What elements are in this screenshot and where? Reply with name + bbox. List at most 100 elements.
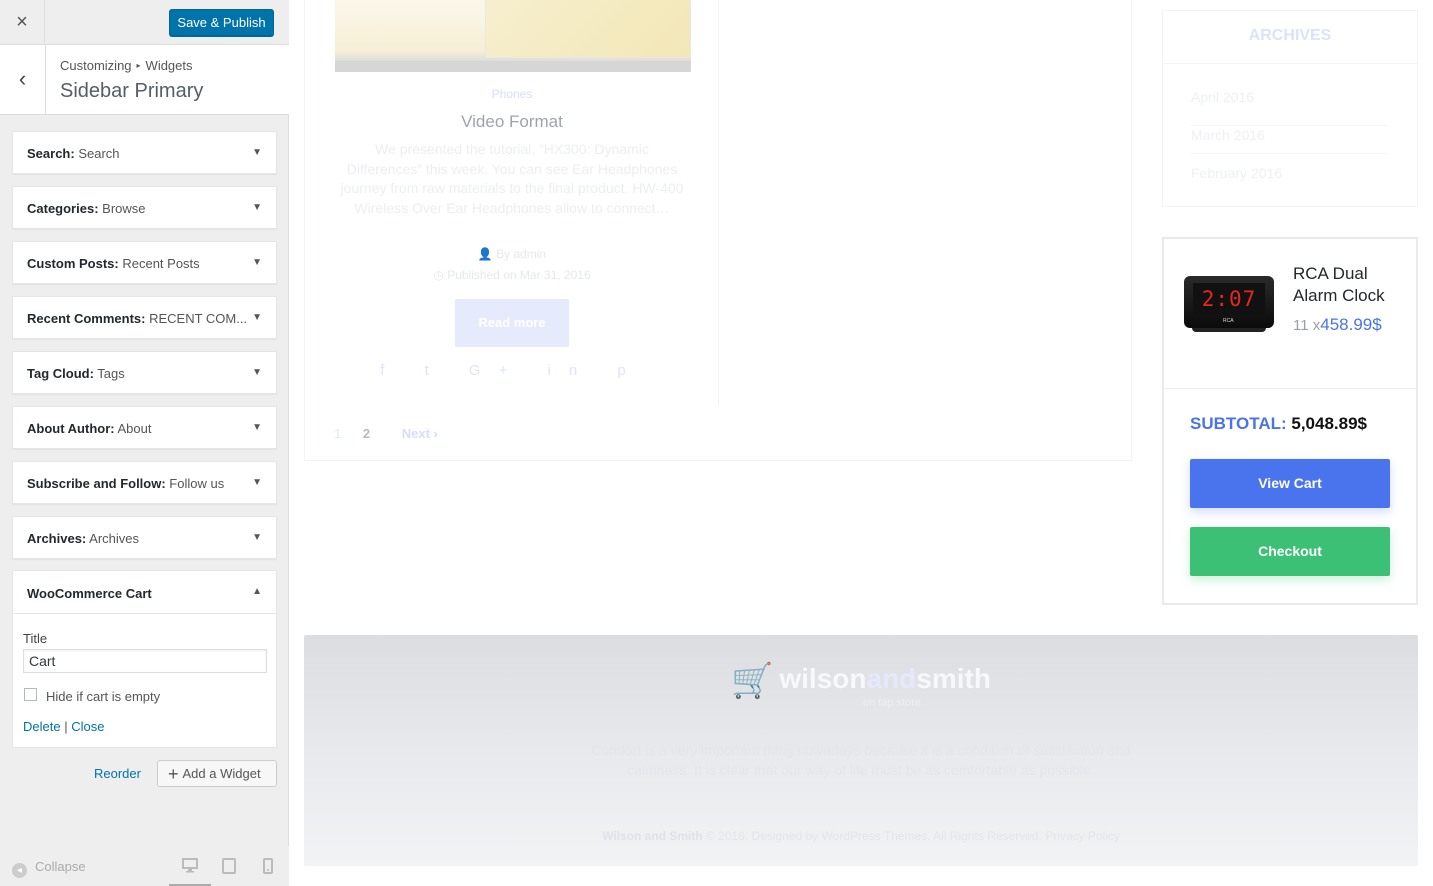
next-page-link[interactable]: Next ›	[402, 426, 438, 441]
brand-tagline: on tap store	[862, 697, 922, 709]
expand-arrow-icon[interactable]: ▼	[252, 477, 262, 488]
widget-title: Search: Search	[27, 146, 120, 161]
add-widget-button[interactable]: + Add a Widget	[157, 760, 277, 787]
widget-type: Categories:	[27, 201, 99, 216]
widget-archives[interactable]: Archives: Archives ▼	[12, 516, 277, 559]
subtotal-label: SUBTOTAL:	[1190, 414, 1287, 433]
copyright-brand: Wilson and Smith	[602, 829, 703, 843]
collapse-arrow-icon[interactable]: ▲	[252, 586, 262, 597]
widget-subscribe-follow[interactable]: Subscribe and Follow: Follow us ▼	[12, 461, 277, 504]
desktop-icon[interactable]	[182, 858, 198, 877]
read-more-button[interactable]: Read more	[455, 299, 569, 347]
widget-type: About Author:	[27, 421, 115, 436]
brand-part: wilson	[779, 663, 867, 694]
widget-type: Subscribe and Follow:	[27, 476, 166, 491]
customizer-footer: ◂ Collapse	[0, 846, 289, 886]
widget-search[interactable]: Search: Search ▼	[12, 131, 277, 174]
clock-display: 2:07	[1193, 283, 1265, 315]
copyright-text: © 2016. Designed by WordPress Themes. Al…	[702, 829, 1120, 843]
footer-description: Comfort is a very important thing nowada…	[591, 742, 1131, 778]
archive-link[interactable]: March 2016	[1191, 127, 1265, 143]
expand-arrow-icon[interactable]: ▼	[252, 422, 262, 433]
video-progress-bar	[335, 61, 691, 72]
widget-instance-name: Archives	[86, 531, 139, 546]
close-link[interactable]: Close	[71, 719, 104, 734]
breadcrumb-section: Widgets	[145, 58, 193, 73]
pagination: 1 2 Next ›	[334, 426, 456, 441]
brand-part: and	[866, 663, 917, 694]
plus-icon: +	[168, 764, 179, 784]
footer-logo[interactable]: 🛒 wilsonandsmith	[304, 661, 1418, 701]
archive-link[interactable]: February 2016	[1191, 165, 1282, 181]
breadcrumb-separator-icon: ▸	[136, 61, 141, 70]
widget-title: WooCommerce Cart	[27, 586, 152, 601]
archive-link[interactable]: April 2016	[1191, 89, 1254, 105]
widget-title: Categories: Browse	[27, 201, 146, 216]
product-name[interactable]: RCA Dual Alarm Clock	[1293, 263, 1403, 307]
widget-recent-comments[interactable]: Recent Comments: RECENT COM... ▼	[12, 296, 277, 339]
post-excerpt: We presented the tutorial, “HX300: Dynam…	[340, 141, 684, 216]
post-category[interactable]: Phones	[305, 87, 719, 101]
expand-arrow-icon[interactable]: ▼	[252, 312, 262, 323]
widget-instance-name: RECENT COM...	[145, 311, 248, 326]
share-icons[interactable]: f t G+ in p	[305, 362, 719, 379]
save-publish-button[interactable]: Save & Publish	[169, 9, 274, 36]
widget-title: About Author: About	[27, 421, 151, 436]
archives-title: ARCHIVES	[1248, 27, 1332, 44]
widget-type: Archives:	[27, 531, 87, 546]
post-card: Phones Video Format We presented the tut…	[305, 0, 719, 406]
add-widget-label: Add a Widget	[182, 766, 261, 781]
back-arrow-icon[interactable]: ‹	[0, 45, 46, 115]
expand-arrow-icon[interactable]: ▼	[252, 147, 262, 158]
close-icon[interactable]: ×	[0, 0, 45, 45]
section-title: Sidebar Primary	[60, 80, 204, 102]
post-thumbnail[interactable]	[335, 0, 691, 72]
breadcrumb: Customizing ▸ Widgets	[60, 58, 193, 73]
widget-actions: Delete | Close	[23, 719, 104, 734]
page-1-link[interactable]: 1	[334, 426, 341, 441]
author-text: By admin	[496, 247, 547, 261]
posts-area: Phones Video Format We presented the tut…	[304, 0, 1132, 461]
post-title[interactable]: Video Format	[305, 112, 719, 132]
mobile-icon[interactable]	[263, 858, 273, 878]
product-quantity: 11 x458.99$	[1293, 315, 1382, 335]
widget-type: Recent Comments:	[27, 311, 146, 326]
collapse-button[interactable]: ◂ Collapse	[12, 859, 86, 878]
widget-custom-posts[interactable]: Custom Posts: Recent Posts ▼	[12, 241, 277, 284]
customizer-header: × Save & Publish	[0, 0, 289, 45]
widget-tag-cloud[interactable]: Tag Cloud: Tags ▼	[12, 351, 277, 394]
product-image[interactable]: 2:07 RCA	[1184, 276, 1274, 332]
breadcrumb-root: Customizing	[60, 58, 132, 73]
widget-about-author[interactable]: About Author: About ▼	[12, 406, 277, 449]
expand-arrow-icon[interactable]: ▼	[252, 367, 262, 378]
hide-if-empty-checkbox[interactable]	[24, 688, 37, 701]
collapse-label: Collapse	[35, 859, 86, 874]
view-cart-button[interactable]: View Cart	[1190, 459, 1390, 508]
shopping-cart-icon: 🛒	[731, 662, 774, 700]
expand-arrow-icon[interactable]: ▼	[252, 257, 262, 268]
cart-item: 2:07 RCA RCA Dual Alarm Clock 11 x458.99…	[1164, 239, 1416, 389]
widget-instance-name: Recent Posts	[118, 256, 200, 271]
quantity-text: 11 x	[1293, 317, 1321, 334]
tablet-icon[interactable]	[222, 858, 236, 878]
reorder-link[interactable]: Reorder	[94, 766, 141, 781]
hide-if-empty-label: Hide if cart is empty	[46, 689, 161, 704]
checkout-button[interactable]: Checkout	[1190, 527, 1390, 576]
widget-instance-name: Search	[74, 146, 120, 161]
expand-arrow-icon[interactable]: ▼	[252, 532, 262, 543]
widget-title: Subscribe and Follow: Follow us	[27, 476, 224, 491]
widget-header[interactable]: WooCommerce Cart ▲	[13, 571, 276, 614]
widget-title: Tag Cloud: Tags	[27, 366, 125, 381]
divider: |	[64, 719, 68, 734]
brand-part: smith	[916, 663, 991, 694]
widget-categories[interactable]: Categories: Browse ▼	[12, 186, 277, 229]
expand-arrow-icon[interactable]: ▼	[252, 202, 262, 213]
delete-link[interactable]: Delete	[23, 719, 61, 734]
widget-instance-name: Browse	[98, 201, 146, 216]
widget-instance-name: About	[114, 421, 152, 436]
clock-icon: ◷	[433, 268, 448, 282]
page-2-link[interactable]: 2	[363, 426, 370, 441]
widget-title: Recent Comments: RECENT COM...	[27, 311, 247, 326]
title-field[interactable]	[23, 649, 267, 673]
divider	[1191, 153, 1387, 154]
